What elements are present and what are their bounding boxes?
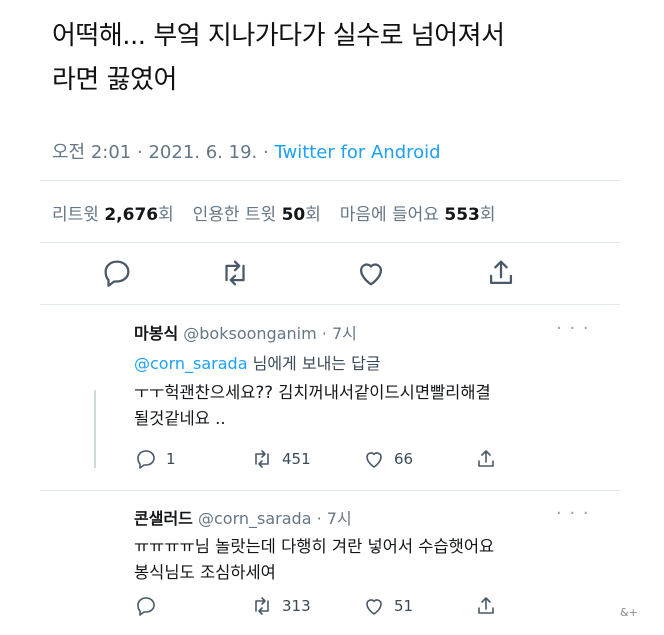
quotes-label: 인용한 트윗	[192, 205, 277, 225]
reply-2-header: 콘샐러드 @corn_sarada · 7시	[134, 505, 352, 529]
reply-1-reply-to-handle[interactable]: @corn_sarada	[134, 354, 248, 373]
meta-separator: ·	[137, 142, 143, 163]
like-icon	[359, 263, 383, 286]
share-icon	[478, 597, 494, 614]
divider	[40, 304, 620, 305]
tweet-time: 오전 2:01	[52, 142, 132, 163]
watermark: &+	[620, 606, 638, 619]
retweets-label: 리트윗	[52, 205, 99, 225]
share-icon	[478, 450, 494, 467]
tweet-stats: 리트윗 2,676회 인용한 트윗 50회 마음에 들어요 553회	[52, 200, 496, 225]
retweet-icon	[255, 450, 269, 468]
reply-1-reply-button[interactable]: 1	[134, 447, 176, 471]
reply-icon	[137, 597, 155, 616]
reply-1-text: ㅜㅜ헉괜찬으세요?? 김치꺼내서같이드시면빨리해결 될것같네요 ..	[134, 380, 594, 432]
reply-1-replies-count: 1	[166, 450, 176, 468]
like-icon	[366, 452, 382, 468]
reply-1-author-name[interactable]: 마봉식	[134, 324, 178, 343]
reply-1-likes-count: 66	[394, 450, 414, 468]
tweet-text: 어떡해... 부엌 지나가다가 실수로 넘어져서 라면 끓였어	[52, 14, 632, 102]
retweets-unit: 회	[158, 205, 174, 225]
reply-2-retweets-count: 313	[282, 597, 311, 615]
share-button[interactable]	[484, 256, 518, 290]
tweet-meta: 오전 2:01 · 2021. 6. 19. · Twitter for And…	[52, 138, 441, 164]
reply-2-like-button[interactable]: 51	[362, 594, 413, 618]
reply-button[interactable]	[100, 256, 134, 290]
reply-1-text-line-1: ㅜㅜ헉괜찬으세요?? 김치꺼내서같이드시면빨리해결	[134, 383, 491, 402]
quotes-unit: 회	[305, 205, 321, 225]
reply-2-share-button[interactable]	[474, 594, 498, 618]
likes-count: 553	[444, 205, 480, 225]
reply-icon	[104, 260, 130, 287]
likes-stat[interactable]: 마음에 들어요 553회	[340, 205, 496, 225]
reply-1-reply-to-suffix: 님에게 보내는 답글	[252, 354, 381, 373]
share-icon	[489, 260, 513, 285]
quotes-stat[interactable]: 인용한 트윗 50회	[193, 205, 327, 225]
meta-separator: ·	[262, 142, 269, 163]
reply-1-retweets-count: 451	[282, 450, 311, 468]
tweet-source-link[interactable]: Twitter for Android	[274, 142, 440, 163]
reply-1-handle[interactable]: @boksoonganim	[183, 324, 316, 343]
tweet-text-line-1: 어떡해... 부엌 지나가다가 실수로 넘어져서	[52, 21, 505, 51]
reply-2-text-line-1: ㅠㅠㅠㅠ님 놀랏는데 다행히 겨란 넣어서 수습햇어요	[134, 537, 495, 556]
reply-2-text: ㅠㅠㅠㅠ님 놀랏는데 다행히 겨란 넣어서 수습햇어요 봉식님도 조심하세여	[134, 534, 614, 586]
reply-1-share-button[interactable]	[474, 447, 498, 471]
divider	[40, 490, 620, 491]
reply-2-retweet-button[interactable]: 313	[250, 594, 311, 618]
retweets-count: 2,676	[104, 205, 159, 225]
reply-2-reply-button[interactable]	[134, 594, 166, 618]
reply-icon	[137, 450, 155, 469]
retweets-stat[interactable]: 리트윗 2,676회	[52, 205, 179, 225]
like-button[interactable]	[354, 256, 388, 290]
quotes-count: 50	[281, 205, 306, 225]
like-icon	[366, 599, 382, 615]
reply-1-header: 마봉식 @boksoonganim · 7시	[134, 320, 357, 344]
reply-2-author-name[interactable]: 콘샐러드	[134, 509, 193, 528]
reply-1-like-button[interactable]: 66	[362, 447, 413, 471]
tweet-date: 2021. 6. 19.	[148, 142, 258, 163]
reply-2-text-line-2: 봉식님도 조심하세여	[134, 563, 276, 582]
thread-line	[94, 390, 96, 468]
retweet-icon	[225, 260, 245, 286]
reply-2-likes-count: 51	[394, 597, 414, 615]
reply-1-time: · 7시	[321, 324, 357, 343]
likes-unit: 회	[479, 205, 496, 225]
reply-1-retweet-button[interactable]: 451	[250, 447, 311, 471]
reply-2-more-icon[interactable]: · · ·	[556, 503, 590, 524]
reply-2-handle[interactable]: @corn_sarada	[198, 509, 312, 528]
retweet-button[interactable]	[218, 256, 252, 290]
reply-1-replying-to: @corn_sarada 님에게 보내는 답글	[134, 350, 381, 374]
retweet-icon	[255, 597, 269, 615]
divider	[40, 180, 620, 181]
likes-label: 마음에 들어요	[339, 205, 439, 225]
tweet-text-line-2: 라면 끓였어	[52, 65, 177, 95]
divider	[40, 242, 620, 243]
reply-1-more-icon[interactable]: · · ·	[556, 318, 590, 339]
reply-2-time: · 7시	[316, 509, 352, 528]
reply-1-text-line-2: 될것같네요 ..	[134, 409, 226, 428]
